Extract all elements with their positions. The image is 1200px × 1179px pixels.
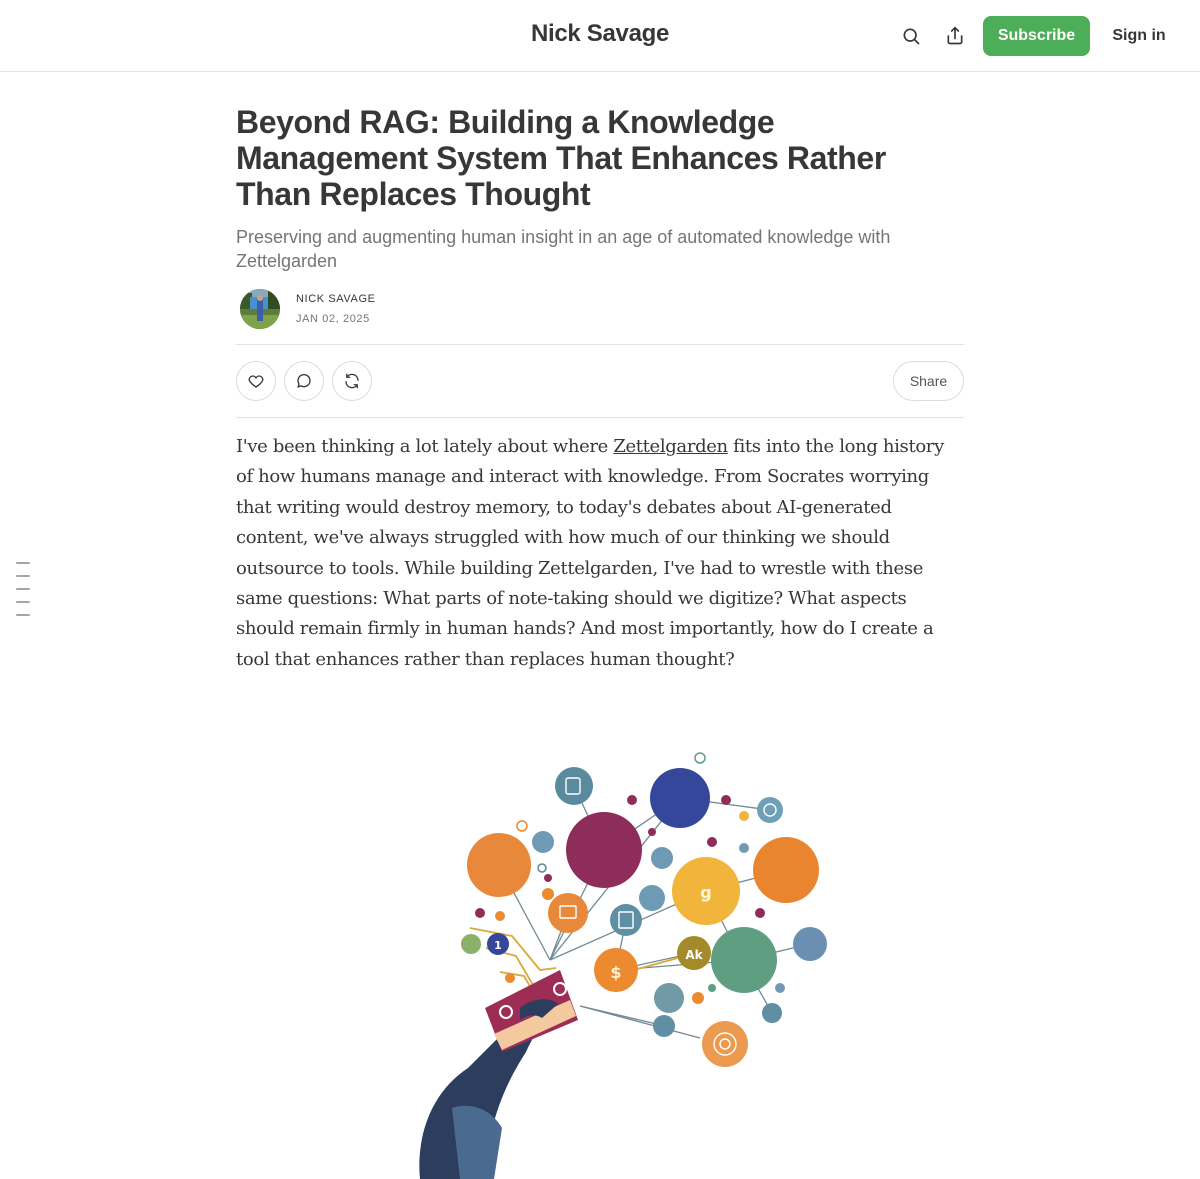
toc-item[interactable] [16,588,30,590]
avatar-photo [240,289,280,329]
post-body: I've been thinking a lot lately about wh… [236,432,964,675]
post-subtitle: Preserving and augmenting human insight … [236,227,891,271]
sign-in-button[interactable]: Sign in [1106,16,1172,56]
svg-text:Ak: Ak [685,948,703,962]
post-title: Beyond RAG: Building a Knowledge Managem… [236,104,886,212]
author-name[interactable]: Nick Savage [296,293,376,305]
post-illustration: g $ Ak 1 [280,708,920,1179]
like-button[interactable] [236,361,276,401]
author-avatar[interactable] [240,289,280,329]
body-text-rest: fits into the long history of how humans… [236,436,944,670]
toc-item[interactable] [16,562,30,564]
search-icon [903,28,920,45]
search-button[interactable] [893,18,929,54]
byline: Nick Savage Jan 02, 2025 [236,289,964,333]
svg-text:1: 1 [494,939,502,952]
table-of-contents[interactable] [16,562,30,627]
toc-item[interactable] [16,575,30,577]
comment-icon [297,373,311,388]
knowledge-network-illustration: g $ Ak 1 [280,708,920,1179]
post-actions: Share [236,344,964,418]
toc-item[interactable] [16,601,30,603]
subscribe-button[interactable]: Subscribe [983,16,1090,56]
body-text-start: I've been thinking a lot lately about wh… [236,436,614,457]
share-button[interactable]: Share [893,361,964,401]
restack-button[interactable] [332,361,372,401]
svg-text:$: $ [610,963,621,982]
share-page-button[interactable] [937,18,973,54]
top-bar: Nick Savage Subscribe Sign in [0,0,1200,72]
toc-item[interactable] [16,614,30,616]
share-upload-icon [947,26,963,45]
comment-button[interactable] [284,361,324,401]
site-title[interactable]: Nick Savage [531,20,669,47]
zettelgarden-link[interactable]: Zettelgarden [613,436,728,457]
restack-icon [345,373,359,389]
post-header: Beyond RAG: Building a Knowledge Managem… [236,104,964,333]
heart-icon [248,375,264,388]
post-date: Jan 02, 2025 [296,313,370,325]
svg-text:g: g [700,883,711,902]
